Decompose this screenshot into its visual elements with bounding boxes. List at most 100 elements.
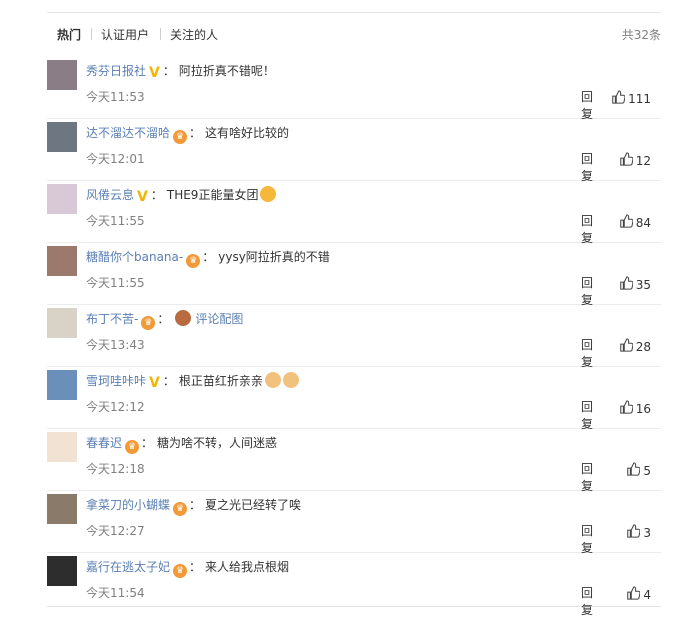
comment-timestamp: 今天11:53: [86, 90, 145, 104]
comment-text: 这有啥好比较的: [205, 126, 290, 140]
thumbs-up-icon: [626, 586, 641, 603]
comment-text: 夏之光已经转了唉: [205, 498, 302, 512]
thumbs-up-icon: [626, 524, 641, 541]
like-button[interactable]: 12: [619, 152, 651, 169]
comment-item: 风倦云息 V： THE9正能量女团今天11:55 回复 84: [47, 180, 661, 246]
tab-hot[interactable]: 热门: [57, 26, 81, 43]
person-photo-icon[interactable]: [47, 60, 77, 90]
like-count: 3: [643, 525, 651, 540]
photo-icon[interactable]: [47, 246, 77, 276]
colon-separator: ：: [189, 560, 202, 574]
comment-timestamp: 今天12:01: [86, 152, 145, 166]
colon-separator: ：: [150, 188, 163, 202]
comment-text: yysy阿拉折真的不错: [218, 250, 330, 264]
username-link[interactable]: 风倦云息: [86, 188, 134, 202]
tab-divider: [91, 28, 92, 40]
comment-timestamp: 今天12:12: [86, 400, 145, 414]
comment-timestamp: 今天13:43: [86, 338, 145, 352]
comment-timestamp: 今天12:18: [86, 462, 145, 476]
reply-button[interactable]: 回复: [581, 150, 593, 184]
comment-item: 雪珂哇咔咔 V：根正苗红折亲亲今天12:12 回复 16: [47, 366, 661, 432]
reply-button[interactable]: 回复: [581, 336, 593, 370]
thumbs-up-icon: [619, 276, 634, 293]
top-divider: [47, 12, 661, 13]
thumbs-up-icon: [619, 400, 634, 417]
username-link[interactable]: 嘉行在逃太子妃: [86, 560, 170, 574]
comment-timestamp: 今天11:55: [86, 214, 145, 228]
sunglasses-avatar-icon[interactable]: [47, 556, 77, 586]
like-count: 28: [635, 339, 651, 354]
reply-button[interactable]: 回复: [581, 460, 593, 494]
comment-text: THE9正能量女团: [166, 188, 259, 202]
like-count: 35: [635, 277, 651, 292]
image-link[interactable]: 评论配图: [195, 312, 243, 326]
thumbs-up-icon: [619, 152, 634, 169]
anime-avatar-icon[interactable]: [47, 184, 77, 214]
verified-v-icon: V: [137, 189, 148, 205]
reply-button[interactable]: 回复: [581, 522, 593, 556]
username-link[interactable]: 拿菜刀的小蝴蝶: [86, 498, 170, 512]
username-link[interactable]: 秀芬日报社: [86, 64, 146, 78]
like-count: 5: [643, 463, 651, 478]
like-count: 4: [643, 587, 651, 602]
sailor-moon-icon[interactable]: [47, 370, 77, 400]
like-button[interactable]: 4: [626, 586, 651, 603]
username-link[interactable]: 达不溜达不溜哈: [86, 126, 170, 140]
comment-body: 雪珂哇咔咔 V：根正苗红折亲亲: [86, 372, 299, 391]
like-button[interactable]: 28: [619, 338, 651, 355]
like-button[interactable]: 84: [619, 214, 651, 231]
verified-v-icon: V: [149, 375, 160, 391]
comment-item: 秀芬日报社 V：阿拉折真不错呢！ 今天11:53 回复 111: [47, 56, 661, 122]
member-crown-icon: ♛: [186, 254, 201, 268]
tab-verified-users[interactable]: 认证用户: [101, 26, 149, 43]
colon-separator: ：: [157, 312, 170, 326]
comment-text: 糖为啥不转，人间迷惑: [157, 436, 278, 450]
username-link[interactable]: 雪珂哇咔咔: [86, 374, 146, 388]
reply-button[interactable]: 回复: [581, 212, 593, 246]
comment-text: 根正苗红折亲亲: [178, 374, 263, 388]
comment-body: 春春迟 ♛：糖为啥不转，人间迷惑: [86, 434, 277, 454]
thumbs-up-emoji: [264, 372, 281, 388]
comment-body: 风倦云息 V： THE9正能量女团: [86, 186, 277, 205]
cat-photo-icon[interactable]: [47, 122, 77, 152]
reply-button[interactable]: 回复: [581, 584, 593, 618]
like-button[interactable]: 35: [619, 276, 651, 293]
comment-item: 布丁不苦- ♛： 评论配图 今天13:43 回复 28: [47, 304, 661, 370]
tab-following[interactable]: 关注的人: [170, 26, 218, 43]
comment-item: 达不溜达不溜哈 ♛：这有啥好比较的今天12:01 回复 12: [47, 118, 661, 184]
thumbs-up-icon: [619, 338, 634, 355]
photo-icon[interactable]: [47, 494, 77, 524]
pattern-avatar-icon[interactable]: [47, 432, 77, 462]
heart-eyes-emoji: [260, 186, 277, 202]
comment-body: 糖醋你个banana- ♛： yysy阿拉折真的不错: [86, 248, 330, 268]
tab-divider: [160, 28, 161, 40]
like-button[interactable]: 16: [619, 400, 651, 417]
comment-body: 拿菜刀的小蝴蝶 ♛：夏之光已经转了唉: [86, 496, 301, 516]
colon-separator: ：: [162, 374, 175, 388]
verified-v-icon: V: [149, 65, 160, 81]
comment-count: 共32条: [621, 28, 661, 42]
like-button[interactable]: 5: [626, 462, 651, 479]
colon-separator: ：: [189, 498, 202, 512]
username-link[interactable]: 布丁不苦-: [86, 312, 138, 326]
reply-button[interactable]: 回复: [581, 274, 593, 308]
like-button[interactable]: 111: [611, 90, 651, 107]
comment-body: 达不溜达不溜哈 ♛：这有啥好比较的: [86, 124, 289, 144]
username-link[interactable]: 春春迟: [86, 436, 122, 450]
comment-body: 秀芬日报社 V：阿拉折真不错呢！: [86, 62, 275, 81]
thumbs-up-icon: [626, 462, 641, 479]
comment-item: 嘉行在逃太子妃 ♛：来人给我点根烟 今天11:54 回复 4: [47, 552, 661, 617]
comment-item: 拿菜刀的小蝴蝶 ♛：夏之光已经转了唉 今天12:27 回复 3: [47, 490, 661, 556]
reply-button[interactable]: 回复: [581, 88, 593, 122]
username-link[interactable]: 糖醋你个banana-: [86, 250, 183, 264]
thumbs-up-icon: [611, 90, 626, 107]
like-count: 16: [635, 401, 651, 416]
thumbs-up-emoji: [282, 372, 299, 388]
comment-text: 来人给我点根烟: [205, 560, 290, 574]
like-button[interactable]: 3: [626, 524, 651, 541]
cat-cartoon-icon[interactable]: [47, 308, 77, 338]
member-crown-icon: ♛: [173, 130, 188, 144]
bear-emoji: [175, 310, 192, 326]
like-count: 84: [635, 215, 651, 230]
reply-button[interactable]: 回复: [581, 398, 593, 432]
